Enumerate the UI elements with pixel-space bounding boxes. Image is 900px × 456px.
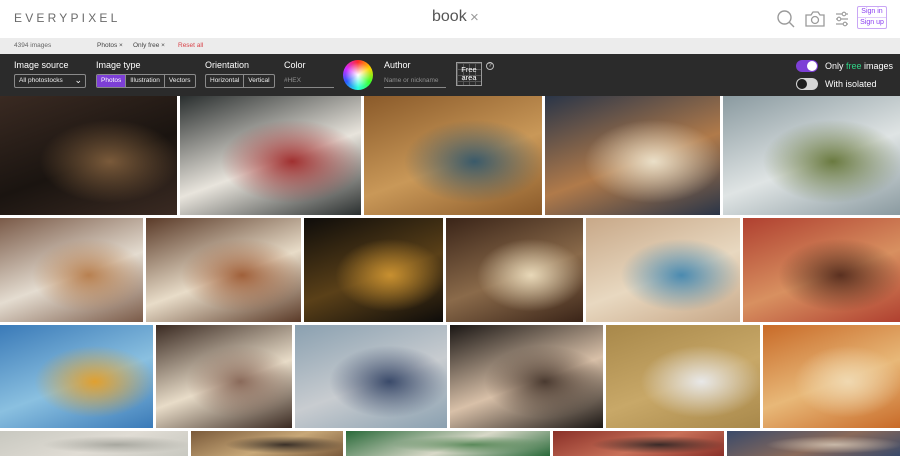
search-query[interactable]: book	[432, 8, 467, 26]
author-label: Author	[384, 60, 411, 70]
sliders-icon[interactable]	[834, 9, 850, 29]
only-free-toggle[interactable]	[796, 60, 818, 72]
type-photos[interactable]: Photos	[97, 75, 127, 87]
result-image[interactable]	[304, 218, 443, 322]
type-vectors[interactable]: Vectors	[165, 75, 195, 87]
results-grid	[0, 96, 900, 456]
color-wheel[interactable]	[343, 60, 373, 90]
result-image[interactable]	[553, 431, 724, 456]
image-source-select[interactable]: All photostocks ⌄	[14, 74, 86, 88]
result-image[interactable]	[0, 325, 153, 428]
camera-icon[interactable]	[804, 9, 826, 29]
only-free-highlight: free	[846, 61, 862, 71]
clear-search-icon[interactable]: ×	[470, 9, 479, 26]
toggle-knob	[797, 79, 807, 89]
result-image[interactable]	[346, 431, 550, 456]
orientation-segmented: Horizontal Vertical	[205, 74, 275, 88]
author-input[interactable]: Name or nickname	[384, 74, 446, 88]
type-illustration[interactable]: Illustration	[126, 75, 165, 87]
result-image[interactable]	[295, 325, 447, 428]
hex-color-input[interactable]: #HEX	[284, 74, 334, 88]
result-image[interactable]	[146, 218, 301, 322]
result-image[interactable]	[156, 325, 292, 428]
result-image[interactable]	[727, 431, 900, 456]
image-type-label: Image type	[96, 60, 141, 70]
result-image[interactable]	[723, 96, 900, 215]
search-icon[interactable]	[776, 9, 796, 29]
chevron-down-icon: ⌄	[74, 75, 82, 85]
with-isolated-toggle[interactable]	[796, 78, 818, 90]
free-area-button[interactable]: Free area	[456, 62, 482, 86]
sign-in-link[interactable]: Sign in	[858, 7, 886, 17]
chip-only-free[interactable]: Only free ×	[133, 42, 165, 49]
result-image[interactable]	[191, 431, 343, 456]
help-icon[interactable]: ?	[486, 62, 494, 70]
top-header: EVERYPIXEL book × Sign in Sign up	[0, 0, 900, 38]
orientation-vertical[interactable]: Vertical	[244, 75, 273, 87]
result-image[interactable]	[446, 218, 583, 322]
color-label: Color	[284, 60, 306, 70]
with-isolated-label: With isolated	[825, 79, 877, 89]
sign-up-link[interactable]: Sign up	[858, 17, 886, 28]
result-image[interactable]	[0, 431, 188, 456]
orientation-label: Orientation	[205, 60, 250, 70]
image-source-label: Image source	[14, 60, 69, 70]
result-image[interactable]	[586, 218, 740, 322]
auth-box: Sign in Sign up	[857, 6, 887, 29]
result-image[interactable]	[0, 96, 177, 215]
result-image[interactable]	[0, 218, 143, 322]
result-image[interactable]	[743, 218, 900, 322]
only-free-label: Only free images	[825, 61, 893, 71]
only-free-prefix: Only	[825, 61, 847, 71]
chip-photos[interactable]: Photos ×	[97, 42, 123, 49]
only-free-suffix: images	[861, 61, 894, 71]
toggle-knob	[807, 61, 817, 71]
result-image[interactable]	[545, 96, 720, 215]
result-count: 4394 images	[14, 42, 52, 49]
filter-summary-bar: 4394 images Photos × Only free × Reset a…	[0, 38, 900, 54]
image-source-value: All photostocks	[19, 77, 63, 84]
logo[interactable]: EVERYPIXEL	[14, 11, 120, 25]
reset-all-link[interactable]: Reset all	[178, 42, 203, 49]
result-image[interactable]	[606, 325, 760, 428]
result-image[interactable]	[364, 96, 542, 215]
image-type-segmented: Photos Illustration Vectors	[96, 74, 196, 88]
filter-bar: Image source All photostocks ⌄ Image typ…	[0, 54, 900, 96]
result-image[interactable]	[450, 325, 603, 428]
result-image[interactable]	[763, 325, 900, 428]
orientation-horizontal[interactable]: Horizontal	[206, 75, 245, 87]
result-image[interactable]	[180, 96, 361, 215]
